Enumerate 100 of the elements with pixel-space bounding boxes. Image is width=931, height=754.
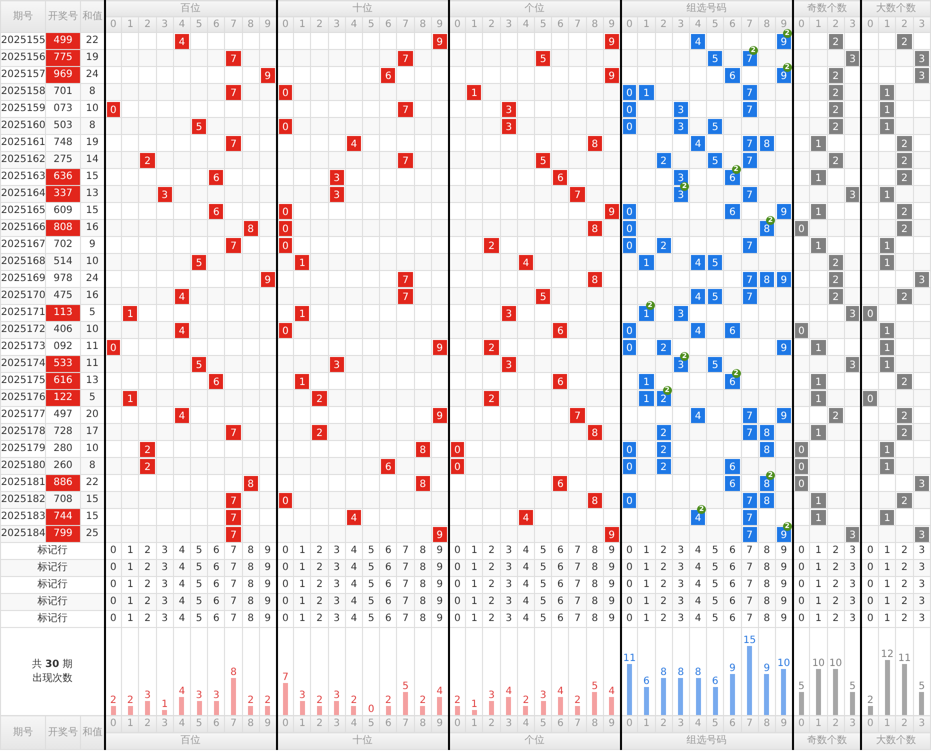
count-label: 2 (574, 694, 581, 706)
count-label: 1 (162, 699, 168, 710)
tens-digit-mark: 4 (346, 136, 362, 150)
tens-digit-mark: 7 (398, 152, 413, 168)
hundreds-digit-mark: 2 (140, 442, 155, 456)
marker-digit: 4 (517, 610, 535, 628)
group-digit-mark: 5 (708, 118, 722, 134)
big-digit-mark: 3 (914, 272, 929, 286)
count-bar (110, 706, 116, 715)
marker-digit: 8 (586, 610, 604, 628)
marker-digit: 0 (792, 560, 810, 576)
group-digit-mark: 7 (742, 272, 757, 286)
count-bar (351, 706, 356, 715)
hundreds-digit-mark: 6 (209, 204, 224, 218)
group-digit-mark: 0 (622, 102, 636, 116)
count-bar (196, 701, 202, 715)
number-cell: 636 (46, 168, 80, 186)
count-bar (489, 701, 494, 715)
tens-digit-mark: 8 (416, 442, 430, 456)
units-digit-mark: 2 (484, 390, 499, 406)
odd-digit-mark: 2 (828, 254, 843, 270)
group-digit-mark: 8 (760, 442, 774, 456)
count-label: 4 (608, 686, 615, 697)
column-header: 开奖号 (46, 716, 80, 750)
group-digit-mark: 0 (622, 204, 636, 218)
group-digit-mark: 7 (742, 152, 757, 168)
count-bar (334, 701, 340, 715)
hundreds-digit-mark: 7 (226, 526, 241, 542)
count-bar (747, 646, 752, 715)
big-digit-mark: 1 (880, 442, 894, 456)
count-label: 4 (178, 686, 186, 697)
group-digit-mark: 9 (776, 68, 791, 82)
tens-digit-mark: 4 (346, 510, 362, 524)
section-header: 大数个数 (861, 732, 930, 750)
odd-digit-mark: 3 (846, 526, 860, 542)
count-label: 5 (592, 681, 598, 692)
units-digit-mark: 8 (588, 424, 602, 440)
hundreds-digit-mark: 9 (260, 272, 275, 286)
odd-digit-mark: 1 (811, 136, 826, 150)
big-digit-mark: 2 (897, 408, 912, 422)
count-bar (696, 678, 700, 715)
marker-digit: 1 (638, 610, 655, 628)
units-digit-mark: 7 (570, 408, 585, 422)
digit-header: 0 (861, 716, 879, 732)
marker-digit: 5 (706, 610, 724, 628)
big-digit-mark: 2 (897, 424, 912, 440)
count-bar (403, 692, 408, 715)
period-cell: 2025160 (0, 118, 46, 134)
hundreds-digit-mark: 5 (192, 254, 206, 270)
units-digit-mark: 3 (502, 356, 516, 372)
number-cell: 701 (46, 84, 80, 100)
odd-digit-mark: 2 (828, 34, 843, 48)
odd-digit-mark: 0 (794, 442, 808, 456)
big-digit-mark: 2 (897, 34, 912, 48)
count-bar (540, 701, 546, 715)
group-digit-mark: 7 (742, 424, 757, 440)
hundreds-digit-mark: 7 (226, 492, 241, 508)
units-digit-mark: 2 (484, 340, 499, 354)
column-header: 期号 (0, 716, 46, 750)
tens-digit-mark: 0 (278, 118, 292, 134)
odd-digit-mark: 2 (828, 118, 843, 134)
count-bar (850, 692, 856, 715)
count-label: 12 (880, 648, 894, 660)
number-cell: 113 (46, 304, 80, 322)
group-digit-mark: 0 (622, 442, 636, 456)
group-digit-mark: 0 (622, 492, 636, 508)
units-digit-mark: 5 (536, 288, 550, 304)
odd-digit-mark: 1 (811, 424, 826, 440)
count-label: 2 (867, 694, 874, 706)
hundreds-digit-mark: 5 (192, 356, 206, 372)
group-digit-mark: 4 (690, 34, 706, 48)
number-cell: 275 (46, 152, 80, 168)
units-digit-mark: 8 (588, 492, 602, 508)
marker-digit: 4 (689, 610, 707, 628)
odd-digit-mark: 2 (828, 288, 843, 304)
marker-digit: 0 (620, 594, 638, 610)
odd-digit-mark: 0 (794, 458, 808, 474)
count-bar (781, 669, 786, 715)
count-bar (231, 678, 236, 715)
units-digit-mark: 9 (604, 526, 619, 542)
group-digit-mark: 4 (690, 254, 706, 270)
big-digit-mark: 1 (880, 356, 894, 372)
marker-digit: 2 (310, 610, 328, 628)
units-digit-mark: 8 (588, 136, 602, 150)
count-bar (833, 669, 838, 715)
count-bar (162, 710, 168, 715)
digit-header: 0 (276, 16, 294, 32)
marker-digit: 2 (655, 610, 672, 628)
hundreds-digit-mark: 4 (174, 288, 190, 304)
digit-header: 0 (620, 16, 638, 32)
marker-digit: 3 (156, 610, 174, 628)
marker-digit: 0 (792, 610, 810, 628)
group-digit-mark: 9 (776, 340, 791, 354)
hundreds-digit-mark: 1 (123, 390, 138, 406)
count-label: 5 (798, 681, 805, 692)
tens-digit-mark: 6 (381, 458, 396, 474)
group-digit-mark: 5 (708, 254, 722, 270)
count-label: 4 (436, 686, 443, 697)
group-digit-mark: 3 (674, 102, 688, 116)
hundreds-digit-mark: 8 (244, 220, 258, 236)
